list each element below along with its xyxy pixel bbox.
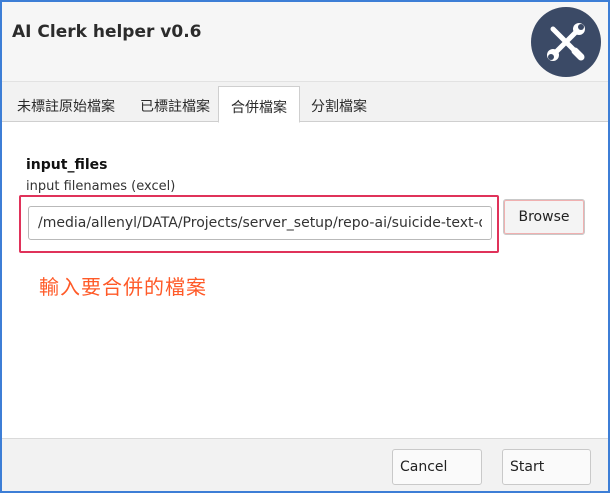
tab-merge-files[interactable]: 合併檔案 [218, 86, 300, 123]
field-name: input_files [26, 157, 108, 173]
wrench-screwdriver-icon [531, 7, 601, 77]
annotation-text: 輸入要合併的檔案 [39, 275, 207, 299]
field-description: input filenames (excel) [26, 179, 176, 194]
tab-split-files[interactable]: 分割檔案 [302, 88, 376, 121]
merge-files-panel: input_files input filenames (excel) Brow… [2, 123, 608, 438]
header: AI Clerk helper v0.6 [2, 2, 608, 82]
tab-bar: 未標註原始檔案 已標註檔案 合併檔案 分割檔案 [2, 82, 608, 123]
app-window: AI Clerk helper v0.6 未標註原始檔案 已標註檔案 合併檔案 … [0, 0, 610, 493]
cancel-button[interactable]: Cancel [392, 449, 482, 485]
footer: Cancel Start [2, 438, 608, 491]
app-title: AI Clerk helper v0.6 [12, 22, 202, 42]
browse-button[interactable]: Browse [503, 199, 585, 235]
tab-labeled-files[interactable]: 已標註檔案 [132, 88, 218, 121]
tab-unlabeled-files[interactable]: 未標註原始檔案 [6, 88, 126, 121]
start-button[interactable]: Start [502, 449, 591, 485]
input-files-field[interactable] [28, 206, 492, 240]
